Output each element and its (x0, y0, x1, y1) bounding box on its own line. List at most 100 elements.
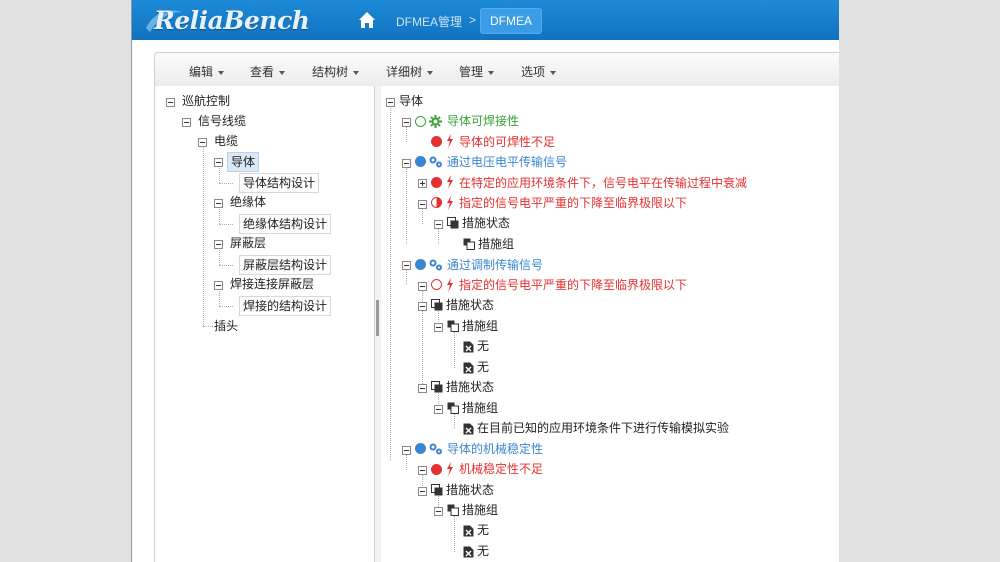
home-icon[interactable] (358, 11, 376, 29)
tree-node-conductor-design[interactable]: 导体结构设计 (239, 173, 320, 193)
detail-node-measure-state[interactable]: 措施状态 (446, 480, 494, 500)
detail-node-measure-item[interactable]: 无 (477, 541, 489, 561)
collapse-toggle-icon[interactable] (402, 261, 411, 270)
tree-connector (422, 209, 423, 224)
reliabench-logo[interactable]: ReliaBench (146, 4, 310, 36)
caret-down-icon (427, 70, 434, 75)
menu-view[interactable]: 查看 (250, 63, 286, 80)
tree-connector (454, 414, 455, 429)
detail-node-function[interactable]: 通过电压电平传输信号 (447, 152, 567, 172)
collapse-toggle-icon[interactable] (182, 118, 191, 127)
tree-connector (406, 270, 407, 285)
caret-down-icon (488, 70, 495, 75)
tree-connector (406, 455, 407, 470)
detail-node-measure-item[interactable]: 无 (477, 357, 489, 377)
tree-node-conductor[interactable]: 导体 (227, 152, 260, 172)
menu-structure-tree[interactable]: 结构树 (312, 63, 360, 80)
expand-toggle-icon[interactable] (418, 179, 427, 188)
tree-connector (219, 183, 233, 184)
splitter-grip[interactable] (376, 300, 379, 336)
collapse-toggle-icon[interactable] (214, 281, 223, 290)
breadcrumb-current[interactable]: DFMEA (480, 8, 542, 34)
tree-connector (219, 166, 220, 183)
collapse-toggle-icon[interactable] (402, 118, 411, 127)
detail-node-measure-group[interactable]: 措施组 (462, 500, 498, 520)
detail-node-function[interactable]: 导体可焊接性 (447, 111, 519, 131)
collapse-toggle-icon[interactable] (386, 98, 395, 107)
detail-node-measure-state[interactable]: 措施状态 (446, 377, 494, 397)
collapse-toggle-icon[interactable] (434, 323, 443, 332)
tree-connector (438, 229, 439, 244)
tree-connector (219, 248, 220, 265)
caret-down-icon (279, 70, 286, 75)
detail-node-failure[interactable]: 机械稳定性不足 (459, 459, 543, 479)
tree-node-insulator[interactable]: 绝缘体 (227, 193, 269, 211)
collapse-toggle-icon[interactable] (166, 98, 175, 107)
collapse-toggle-icon[interactable] (214, 158, 223, 167)
collapse-toggle-icon[interactable] (214, 240, 223, 249)
tree-node-welded-shield[interactable]: 焊接连接屏蔽层 (227, 275, 317, 293)
tree-node-cruise-control[interactable]: 巡航控制 (179, 92, 233, 110)
collapse-toggle-icon[interactable] (418, 282, 427, 291)
detail-node-measure-item[interactable]: 无 (477, 520, 489, 540)
tree-node-cable[interactable]: 电缆 (211, 132, 241, 150)
collapse-toggle-icon[interactable] (214, 199, 223, 208)
detail-node-failure[interactable]: 指定的信号电平严重的下降至临界极限以下 (459, 193, 687, 213)
measure-state-icon (431, 484, 443, 496)
detail-node-function[interactable]: 通过调制传输信号 (447, 255, 543, 275)
tree-node-weld-design[interactable]: 焊接的结构设计 (239, 296, 332, 316)
tree-connector (454, 332, 455, 368)
failure-status-icon (431, 464, 442, 475)
collapse-toggle-icon[interactable] (434, 220, 443, 229)
tree-connector (390, 106, 391, 461)
top-navbar: ReliaBench DFMEA管理 > DFMEA (132, 0, 839, 40)
detail-node-measure-state[interactable]: 措施状态 (446, 295, 494, 315)
collapse-toggle-icon[interactable] (434, 507, 443, 516)
failure-status-icon (431, 197, 442, 208)
tree-node-signal-cable[interactable]: 信号线缆 (195, 112, 249, 130)
detail-node-root[interactable]: 导体 (399, 91, 423, 111)
menu-edit[interactable]: 编辑 (189, 63, 225, 80)
detail-node-failure[interactable]: 导体的可焊性不足 (459, 132, 555, 152)
measure-group-icon (447, 402, 459, 414)
menu-manage[interactable]: 管理 (459, 63, 495, 80)
collapse-toggle-icon[interactable] (418, 384, 427, 393)
menu-detail-tree[interactable]: 详细树 (386, 63, 434, 80)
collapse-toggle-icon[interactable] (198, 138, 207, 147)
measure-group-icon (447, 320, 459, 332)
tree-connector (203, 146, 204, 326)
collapse-toggle-icon[interactable] (434, 405, 443, 414)
detail-node-measure-group[interactable]: 措施组 (462, 316, 498, 336)
tree-node-insulator-design[interactable]: 绝缘体结构设计 (239, 214, 332, 234)
collapse-toggle-icon[interactable] (402, 446, 411, 455)
tree-connector (454, 516, 455, 552)
detail-node-function[interactable]: 导体的机械稳定性 (447, 439, 543, 459)
detail-node-measure-state[interactable]: 措施状态 (462, 213, 510, 233)
gears-icon (429, 443, 442, 455)
detail-node-measure-group[interactable]: 措施组 (462, 398, 498, 418)
collapse-toggle-icon[interactable] (418, 466, 427, 475)
collapse-toggle-icon[interactable] (402, 159, 411, 168)
menu-structure-tree-label: 结构树 (312, 65, 349, 79)
tree-connector (219, 207, 220, 224)
collapse-toggle-icon[interactable] (418, 302, 427, 311)
menu-options[interactable]: 选项 (521, 63, 557, 80)
detail-node-failure[interactable]: 在特定的应用环境条件下，信号电平在传输过程中衰减 (459, 173, 747, 193)
logo-text: ReliaBench (154, 6, 310, 35)
detail-node-measure-group[interactable]: 措施组 (478, 234, 514, 254)
detail-node-measure-item[interactable]: 无 (477, 336, 489, 356)
breadcrumb-separator: > (469, 13, 477, 27)
measure-item-icon (463, 423, 474, 435)
lightning-icon (447, 462, 453, 476)
breadcrumb-dfmea-management[interactable]: DFMEA管理 (396, 13, 462, 30)
tree-node-plug[interactable]: 插头 (211, 317, 241, 335)
collapse-toggle-icon[interactable] (418, 200, 427, 209)
detail-node-failure[interactable]: 指定的信号电平严重的下降至临界极限以下 (459, 275, 687, 295)
tree-node-shield[interactable]: 屏蔽层 (227, 234, 269, 252)
collapse-toggle-icon[interactable] (418, 487, 427, 496)
tree-node-shield-design[interactable]: 屏蔽层结构设计 (239, 255, 332, 275)
function-status-icon (415, 116, 426, 127)
structure-tree-panel: 巡航控制 信号线缆 电缆 导体 导体结构设计 绝缘体 绝缘体结构设计 屏蔽层 屏… (154, 86, 375, 562)
measure-item-icon (463, 362, 474, 374)
detail-node-measure-item[interactable]: 在目前已知的应用环境条件下进行传输模拟实验 (477, 418, 729, 438)
